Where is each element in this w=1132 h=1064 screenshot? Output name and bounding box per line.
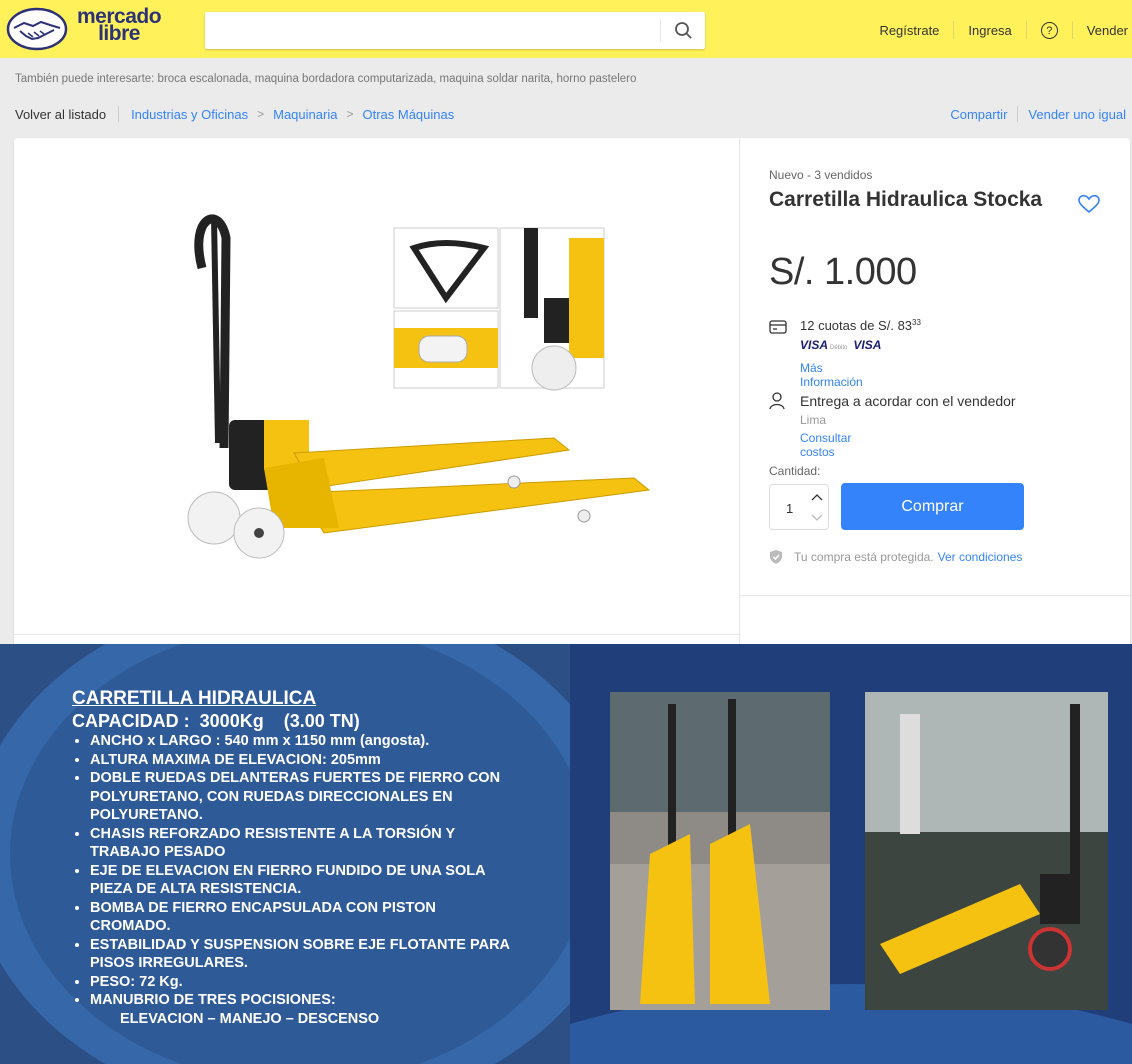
divider (1017, 106, 1019, 122)
protection-text: Tu compra está protegida. (794, 550, 934, 564)
spec-capacity: CAPACIDAD : 3000Kg (3.00 TN) (72, 711, 360, 731)
spec-positions: ELEVACION – MANEJO – DESCENSO (120, 1010, 380, 1027)
installments-cents: 33 (912, 318, 921, 327)
delivery-info: Entrega a acordar con el vendedor (769, 392, 1016, 410)
divider (1025, 21, 1027, 39)
share-actions: Compartir Vender uno igual (950, 106, 1126, 122)
delivery-location: Lima (800, 413, 827, 427)
spec-item: ALTURA MAXIMA DE ELEVACION: 205mm (90, 751, 510, 770)
sell-link[interactable]: Vender (1087, 23, 1128, 38)
divider (739, 138, 740, 644)
divider (740, 595, 1130, 596)
divider (118, 106, 120, 122)
spec-item: BOMBA DE FIERRO ENCAPSULADA CON PISTON C… (90, 899, 510, 936)
product-card: Nuevo - 3 vendidos Carretilla Hidraulica… (14, 138, 1130, 644)
divider (1071, 21, 1073, 39)
spec-item: EJE DE ELEVACION EN FIERRO FUNDIDO DE UN… (90, 862, 510, 899)
more-info-link[interactable]: Más Información (800, 361, 863, 389)
installments-text: 12 cuotas de S/. 83 (800, 318, 913, 333)
chevron-up-icon[interactable] (810, 491, 824, 503)
quantity-value: 1 (786, 501, 794, 516)
chevron-right-icon: > (257, 107, 265, 121)
shield-check-icon (770, 550, 782, 564)
person-icon (769, 392, 785, 410)
quantity-stepper[interactable]: 1 (769, 484, 829, 530)
divider (14, 634, 739, 635)
sell-same-link[interactable]: Vender uno igual (1028, 107, 1126, 122)
spec-list: ANCHO x LARGO : 540 mm x 1150 mm (angost… (72, 732, 510, 1010)
spec-item: CHASIS REFORZADO RESISTENTE A LA TORSIÓN… (90, 825, 510, 862)
handshake-logo-icon (6, 7, 68, 51)
search-input[interactable] (205, 12, 655, 49)
spec-item: DOBLE RUEDAS DELANTERAS FUERTES DE FIERR… (90, 769, 510, 825)
logo-text: mercado libre (77, 5, 162, 45)
spec-item: ANCHO x LARGO : 540 mm x 1150 mm (angost… (90, 732, 510, 751)
debit-label: Débito (830, 345, 848, 351)
installments: 12 cuotas de S/. 83 33 (769, 318, 921, 335)
share-link[interactable]: Compartir (950, 107, 1007, 122)
search-icon (675, 22, 692, 39)
login-link[interactable]: Ingresa (968, 23, 1011, 38)
visa-credit-logo: VISA (853, 338, 882, 352)
see-conditions-link[interactable]: Ver condiciones (938, 550, 1023, 564)
condition-sold: Nuevo - 3 vendidos (769, 168, 873, 182)
price: S/. 1.000 (769, 251, 917, 293)
buy-button[interactable]: Comprar (841, 483, 1024, 530)
help-icon[interactable]: ? (1040, 21, 1058, 39)
visa-debit-logo: VISA (800, 338, 829, 352)
payment-methods: VISA Débito VISA (800, 338, 881, 352)
header: mercado libre Regístrate Ingresa ? Vende… (0, 0, 1132, 58)
favorite-heart-icon[interactable] (1077, 194, 1101, 214)
back-to-list-link[interactable]: Volver al listado (15, 107, 106, 122)
spec-item: MANUBRIO DE TRES POCISIONES: (90, 991, 510, 1010)
related-searches[interactable]: También puede interesarte: broca escalon… (15, 73, 636, 85)
breadcrumb: Volver al listado Industrias y Oficinas … (15, 106, 454, 122)
spec-text: CARRETILLA HIDRAULICA CAPACIDAD : 3000Kg… (72, 688, 510, 1028)
search-bar (205, 12, 705, 49)
header-nav: Regístrate Ingresa ? Vender (879, 21, 1128, 39)
banner-photos (570, 644, 1132, 1064)
spec-title: CARRETILLA HIDRAULICA (72, 688, 317, 709)
divider (953, 21, 955, 39)
description-banner: CARRETILLA HIDRAULICA CAPACIDAD : 3000Kg… (0, 644, 1132, 1064)
search-divider (660, 19, 661, 42)
product-image[interactable] (174, 198, 654, 578)
mercadolibre-logo[interactable]: mercado libre (6, 6, 166, 52)
consult-costs-link[interactable]: Consultar costos (800, 431, 851, 459)
chevron-down-icon[interactable] (810, 511, 824, 523)
breadcrumb-otras-maquinas[interactable]: Otras Máquinas (362, 107, 454, 122)
spec-item: PESO: 72 Kg. (90, 973, 510, 992)
search-button[interactable] (663, 12, 705, 49)
chevron-right-icon: > (346, 107, 354, 121)
spec-item: ESTABILIDAD Y SUSPENSION SOBRE EJE FLOTA… (90, 936, 510, 973)
breadcrumb-industrias[interactable]: Industrias y Oficinas (131, 107, 248, 122)
delivery-text: Entrega a acordar con el vendedor (800, 393, 1016, 409)
breadcrumb-maquinaria[interactable]: Maquinaria (273, 107, 337, 122)
quantity-label: Cantidad: (769, 464, 821, 478)
product-title: Carretilla Hidraulica Stocka (769, 188, 1043, 211)
register-link[interactable]: Regístrate (879, 23, 939, 38)
credit-card-icon (769, 320, 787, 334)
purchase-protection: Tu compra está protegida. Ver condicione… (769, 549, 1022, 565)
banner-photos-panel (570, 644, 1132, 1064)
